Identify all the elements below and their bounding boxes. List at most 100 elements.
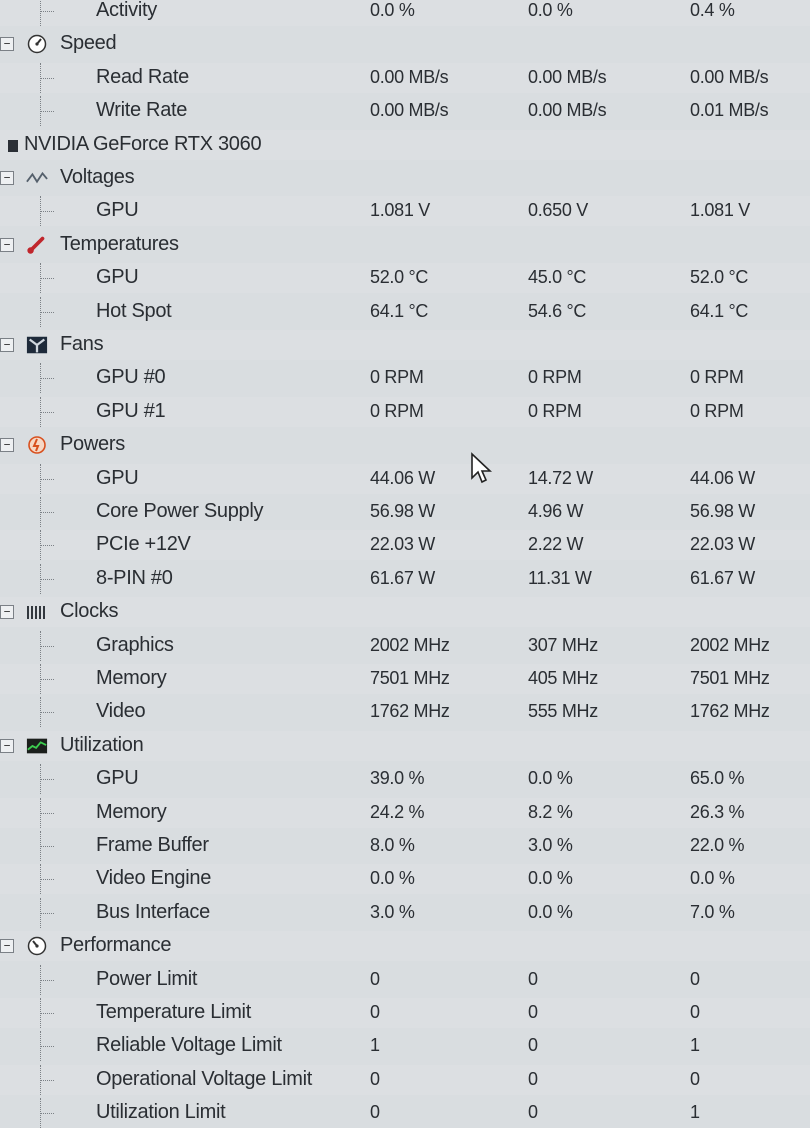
sensor-label: Bus Interface xyxy=(96,900,210,923)
value-max: 1 xyxy=(690,1102,700,1123)
tree-row-util-gpu[interactable]: GPU 39.0 % 0.0 % 65.0 % xyxy=(0,764,810,795)
sensor-label: Performance xyxy=(60,934,172,957)
tree-row-performance[interactable]: − Performance xyxy=(0,931,810,962)
value-max: 7501 MHz xyxy=(690,668,770,688)
tree-row-perf-utilization[interactable]: Utilization Limit 0 0 1 xyxy=(0,1098,810,1128)
value-current: 0 xyxy=(370,1068,380,1089)
value-min: 0.0 % xyxy=(528,868,573,889)
value-current: 7501 MHz xyxy=(370,668,450,688)
tree-row-clock-graphics[interactable]: Graphics 2002 MHz 307 MHz 2002 MHz xyxy=(0,630,810,661)
tree-row-clocks[interactable]: − Clocks xyxy=(0,597,810,628)
tree-row-speed[interactable]: − Speed xyxy=(0,29,810,59)
tree-elbow-line xyxy=(40,411,54,414)
tree-elbow-line xyxy=(40,979,54,982)
value-min: 0.0 % xyxy=(528,901,573,922)
value-min: 14.72 W xyxy=(528,467,593,488)
value-min: 0 xyxy=(528,1102,538,1123)
value-current: 39.0 % xyxy=(370,768,425,789)
tree-elbow-line xyxy=(40,512,54,514)
collapse-toggle-icon[interactable]: − xyxy=(0,237,14,252)
value-max: 1.081 V xyxy=(690,200,750,221)
tree-row-voltage-gpu[interactable]: GPU 1.081 V 0.650 V 1.081 V xyxy=(0,196,810,227)
collapse-toggle-icon[interactable]: − xyxy=(0,438,14,453)
tree-row-power-gpu[interactable]: GPU 44.06 W 14.72 W 44.06 W xyxy=(0,463,810,494)
collapse-toggle-icon[interactable]: − xyxy=(0,171,14,185)
tree-row-fan-gpu1[interactable]: GPU #1 0 RPM 0 RPM 0 RPM xyxy=(0,396,810,427)
sensor-label: Video xyxy=(96,700,146,723)
tree-row-power-core[interactable]: Core Power Supply 56.98 W 4.96 W 56.98 W xyxy=(0,497,810,527)
tree-row-perf-reliable[interactable]: Reliable Voltage Limit 1 0 1 xyxy=(0,1031,810,1062)
value-current: 0 xyxy=(370,1002,380,1022)
sensor-label: Power Limit xyxy=(96,967,198,990)
tree-elbow-line xyxy=(40,679,54,681)
tree-elbow-line xyxy=(40,211,54,213)
tree-row-util-framebuffer[interactable]: Frame Buffer 8.0 % 3.0 % 22.0 % xyxy=(0,831,810,861)
tree-row-read-rate[interactable]: Read Rate 0.00 MB/s 0.00 MB/s 0.00 MB/s xyxy=(0,62,810,93)
sensor-label: GPU xyxy=(96,466,139,489)
collapse-toggle-icon[interactable]: − xyxy=(0,738,14,753)
tree-row-perf-power[interactable]: Power Limit 0 0 0 xyxy=(0,964,810,995)
value-min: 0.00 MB/s xyxy=(528,100,607,121)
value-min: 0 xyxy=(528,1035,538,1056)
tree-row-util-memory[interactable]: Memory 24.2 % 8.2 % 26.3 % xyxy=(0,797,810,828)
tree-row-temp-gpu[interactable]: GPU 52.0 °C 45.0 °C 52.0 °C xyxy=(0,263,810,294)
value-max: 1 xyxy=(690,1035,700,1056)
tree-row-activity[interactable]: Activity 0.0 % 0.0 % 0.4 % xyxy=(0,0,810,26)
value-max: 7.0 % xyxy=(690,901,735,922)
sensor-tree: Activity 0.0 % 0.0 % 0.4 % − Speed Read Rate 0.… xyxy=(0,0,810,1128)
sensor-label: GPU xyxy=(96,767,139,790)
tree-row-voltages[interactable]: − Voltages xyxy=(0,163,810,193)
sensor-label: Voltages xyxy=(60,166,135,188)
sensor-label: Temperature Limit xyxy=(96,1001,251,1023)
sensor-label: Reliable Voltage Limit xyxy=(96,1034,282,1057)
tree-elbow-line xyxy=(40,846,54,848)
gpu-card-icon xyxy=(2,135,24,155)
value-max: 22.03 W xyxy=(690,534,755,555)
value-max: 0 RPM xyxy=(690,400,744,421)
value-min: 8.2 % xyxy=(528,801,573,822)
tree-row-fan-gpu0[interactable]: GPU #0 0 RPM 0 RPM 0 RPM xyxy=(0,363,810,394)
sensor-label: Write Rate xyxy=(96,99,188,122)
tree-row-utilization[interactable]: − Utilization xyxy=(0,730,810,761)
tree-row-write-rate[interactable]: Write Rate 0.00 MB/s 0.00 MB/s 0.01 MB/s xyxy=(0,96,810,127)
tree-row-clock-memory[interactable]: Memory 7501 MHz 405 MHz 7501 MHz xyxy=(0,664,810,694)
tree-elbow-line xyxy=(40,278,54,280)
value-min: 307 MHz xyxy=(528,634,598,655)
fan-icon xyxy=(26,335,48,355)
tree-row-gpu-device[interactable]: NVIDIA GeForce RTX 3060 xyxy=(0,129,810,160)
value-min: 0.0 % xyxy=(528,0,573,20)
value-min: 555 MHz xyxy=(528,701,598,722)
value-min: 0.650 V xyxy=(528,200,588,221)
collapse-toggle-icon[interactable]: − xyxy=(0,939,14,954)
tree-elbow-line xyxy=(40,77,54,80)
value-max: 0.4 % xyxy=(690,0,735,20)
value-max: 0.0 % xyxy=(690,868,735,889)
utilization-icon xyxy=(26,736,48,756)
tree-row-temp-hotspot[interactable]: Hot Spot 64.1 °C 54.6 °C 64.1 °C xyxy=(0,296,810,327)
tree-row-perf-temp[interactable]: Temperature Limit 0 0 0 xyxy=(0,998,810,1028)
tree-row-clock-video[interactable]: Video 1762 MHz 555 MHz 1762 MHz xyxy=(0,697,810,728)
value-current: 0 xyxy=(370,968,380,989)
tree-row-util-bus[interactable]: Bus Interface 3.0 % 0.0 % 7.0 % xyxy=(0,897,810,928)
tree-row-power-8pin[interactable]: 8-PIN #0 61.67 W 11.31 W 61.67 W xyxy=(0,563,810,594)
value-current: 2002 MHz xyxy=(370,634,450,655)
tree-row-power-pcie[interactable]: PCIe +12V 22.03 W 2.22 W 22.03 W xyxy=(0,530,810,561)
value-current: 0.00 MB/s xyxy=(370,66,449,87)
tree-elbow-line xyxy=(40,1079,54,1082)
collapse-toggle-icon[interactable]: − xyxy=(0,338,14,352)
collapse-toggle-icon[interactable]: − xyxy=(0,37,14,52)
collapse-toggle-icon[interactable]: − xyxy=(0,605,14,620)
sensor-label: Operational Voltage Limit xyxy=(96,1067,312,1090)
value-max: 61.67 W xyxy=(690,567,755,588)
tree-row-util-videoengine[interactable]: Video Engine 0.0 % 0.0 % 0.0 % xyxy=(0,864,810,895)
sensor-label: GPU xyxy=(96,266,139,289)
value-min: 2.22 W xyxy=(528,534,584,555)
sensor-label: GPU #1 xyxy=(96,399,166,422)
tree-row-powers[interactable]: − Powers xyxy=(0,430,810,460)
tree-row-fans[interactable]: − Fans xyxy=(0,330,810,360)
tree-elbow-line xyxy=(40,879,54,881)
value-max: 0 xyxy=(690,1002,700,1022)
tree-row-temperatures[interactable]: − Temperatures xyxy=(0,230,810,260)
value-current: 1762 MHz xyxy=(370,701,450,722)
clock-bars-icon xyxy=(26,602,48,622)
